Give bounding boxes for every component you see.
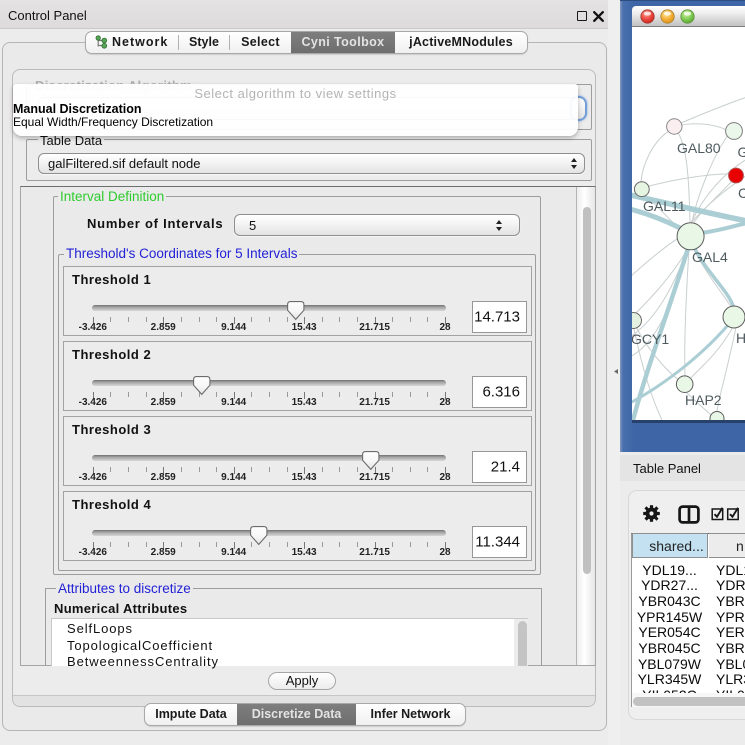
svg-text:GCY1: GCY1 [632,331,669,347]
svg-text:GAL80: GAL80 [677,140,721,156]
svg-text:GAL11: GAL11 [643,198,686,214]
svg-text:GA: GA [738,144,745,160]
svg-text:GAL4: GAL4 [692,249,728,265]
svg-text:H: H [736,330,745,346]
svg-text:C: C [738,185,745,201]
svg-text:HAP2: HAP2 [685,392,722,408]
